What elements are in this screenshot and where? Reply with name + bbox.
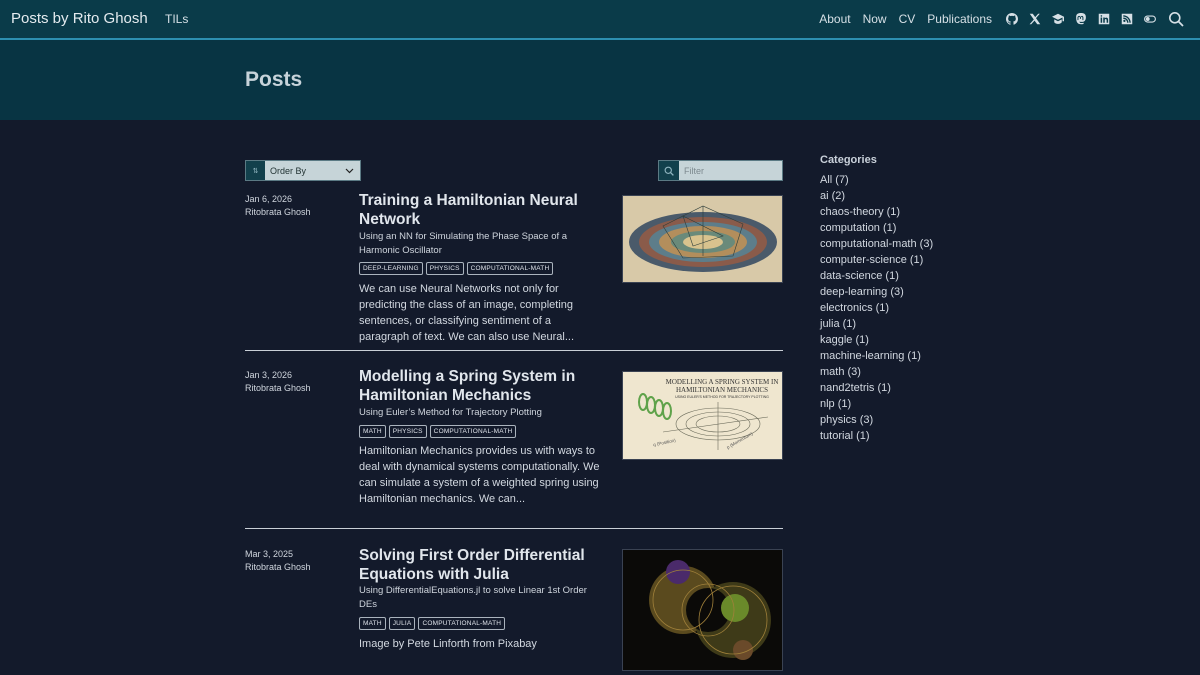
tag[interactable]: PHYSICS	[388, 425, 427, 438]
x-twitter-icon[interactable]	[1029, 13, 1041, 25]
post-excerpt: Image by Pete Linforth from Pixabay	[359, 638, 537, 650]
category-link[interactable]: deep-learning (3)	[820, 284, 933, 300]
post-tags: DEEP-LEARNING PHYSICS COMPUTATIONAL-MATH	[359, 262, 554, 275]
post-date: Mar 3, 2025	[245, 549, 294, 559]
tag[interactable]: COMPUTATIONAL-MATH	[429, 425, 517, 438]
nav-right: About Now CV Publications	[807, 0, 1184, 38]
post-item: Jan 6, 2026 Ritobrata Ghosh Training a H…	[245, 190, 783, 350]
post-thumbnail[interactable]: MODELLING A SPRING SYSTEM IN HAMILTONIAN…	[622, 371, 783, 460]
category-link[interactable]: All (7)	[820, 172, 933, 188]
category-link[interactable]: electronics (1)	[820, 300, 933, 316]
search-icon[interactable]	[1168, 11, 1184, 27]
post-excerpt: Hamiltonian Mechanics provides us with w…	[359, 445, 600, 505]
category-link[interactable]: math (3)	[820, 364, 933, 380]
order-by-label: Order By	[270, 165, 307, 176]
tag[interactable]: DEEP-LEARNING	[359, 262, 423, 275]
post-subtitle: Using an NN for Simulating the Phase Spa…	[359, 231, 568, 256]
thumb-title-line-1: MODELLING A SPRING SYSTEM IN	[665, 378, 779, 386]
post-divider	[245, 528, 783, 529]
category-link[interactable]: chaos-theory (1)	[820, 204, 933, 220]
tag[interactable]: PHYSICS	[425, 262, 464, 275]
post-excerpt: We can use Neural Networks not only for …	[359, 283, 575, 343]
categories-title: Categories	[820, 154, 877, 166]
site-brand[interactable]: Posts by Rito Ghosh	[11, 10, 148, 27]
post-title[interactable]: Training a Hamiltonian Neural Network	[359, 191, 599, 229]
categories-list: All (7) ai (2) chaos-theory (1) computat…	[820, 172, 933, 444]
nav-link-now[interactable]: Now	[863, 12, 887, 26]
post-author: Ritobrata Ghosh	[245, 562, 311, 572]
tag[interactable]: COMPUTATIONAL-MATH	[418, 617, 506, 630]
tag[interactable]: JULIA	[388, 617, 416, 630]
post-item: Mar 3, 2025 Ritobrata Ghosh Solving Firs…	[245, 545, 783, 675]
category-link[interactable]: data-science (1)	[820, 268, 933, 284]
github-icon[interactable]	[1006, 13, 1018, 25]
post-title[interactable]: Solving First Order Differential Equatio…	[359, 546, 599, 584]
category-link[interactable]: computer-science (1)	[820, 252, 933, 268]
sort-icon: ⇅	[246, 161, 265, 180]
order-by-select[interactable]: ⇅ Order By	[245, 160, 361, 181]
post-date: Jan 3, 2026	[245, 370, 293, 380]
post-thumbnail[interactable]	[622, 549, 783, 671]
category-link[interactable]: computation (1)	[820, 220, 933, 236]
category-link[interactable]: computational-math (3)	[820, 236, 933, 252]
mastodon-icon[interactable]	[1075, 13, 1087, 25]
post-item: Jan 3, 2026 Ritobrata Ghosh Modelling a …	[245, 366, 783, 528]
filter-box	[658, 160, 783, 181]
toggle-icon[interactable]	[1144, 13, 1156, 25]
post-author: Ritobrata Ghosh	[245, 383, 311, 393]
tag[interactable]: COMPUTATIONAL-MATH	[466, 262, 554, 275]
navbar: Posts by Rito Ghosh TILs About Now CV Pu…	[0, 0, 1200, 40]
nav-link-about[interactable]: About	[819, 12, 850, 26]
nav-link-tils[interactable]: TILs	[165, 12, 188, 26]
category-link[interactable]: julia (1)	[820, 316, 933, 332]
post-thumbnail[interactable]	[622, 195, 783, 283]
nav-link-publications[interactable]: Publications	[927, 12, 992, 26]
post-author: Ritobrata Ghosh	[245, 207, 311, 217]
thumb-subheading: USING EULER'S METHOD FOR TRAJECTORY PLOT…	[675, 395, 769, 399]
filter-search-icon	[659, 161, 679, 180]
thumb-heading: MODELLING A SPRING SYSTEM IN HAMILTONIAN…	[663, 378, 781, 400]
post-subtitle: Using Euler’s Method for Trajectory Plot…	[359, 407, 542, 418]
tag[interactable]: MATH	[359, 617, 386, 630]
post-tags: MATH JULIA COMPUTATIONAL-MATH	[359, 617, 506, 630]
category-link[interactable]: ai (2)	[820, 188, 933, 204]
chevron-down-icon	[342, 168, 356, 174]
title-band: Posts	[0, 40, 1200, 120]
post-subtitle: Using DifferentialEquations.jl to solve …	[359, 585, 587, 610]
thumb-title-line-2: HAMILTONIAN MECHANICS	[676, 386, 768, 394]
category-link[interactable]: machine-learning (1)	[820, 348, 933, 364]
post-date: Jan 6, 2026	[245, 194, 293, 204]
post-divider	[245, 350, 783, 351]
category-link[interactable]: nand2tetris (1)	[820, 380, 933, 396]
category-link[interactable]: kaggle (1)	[820, 332, 933, 348]
post-tags: MATH PHYSICS COMPUTATIONAL-MATH	[359, 425, 517, 438]
category-link[interactable]: nlp (1)	[820, 396, 933, 412]
nav-link-cv[interactable]: CV	[899, 12, 916, 26]
tag[interactable]: MATH	[359, 425, 386, 438]
category-link[interactable]: tutorial (1)	[820, 428, 933, 444]
page-title: Posts	[245, 68, 303, 91]
category-link[interactable]: physics (3)	[820, 412, 933, 428]
linkedin-icon[interactable]	[1098, 13, 1110, 25]
post-title[interactable]: Modelling a Spring System in Hamiltonian…	[359, 367, 599, 405]
rss-icon[interactable]	[1121, 13, 1133, 25]
filter-input[interactable]	[684, 165, 779, 176]
graduation-cap-icon[interactable]	[1052, 13, 1064, 25]
